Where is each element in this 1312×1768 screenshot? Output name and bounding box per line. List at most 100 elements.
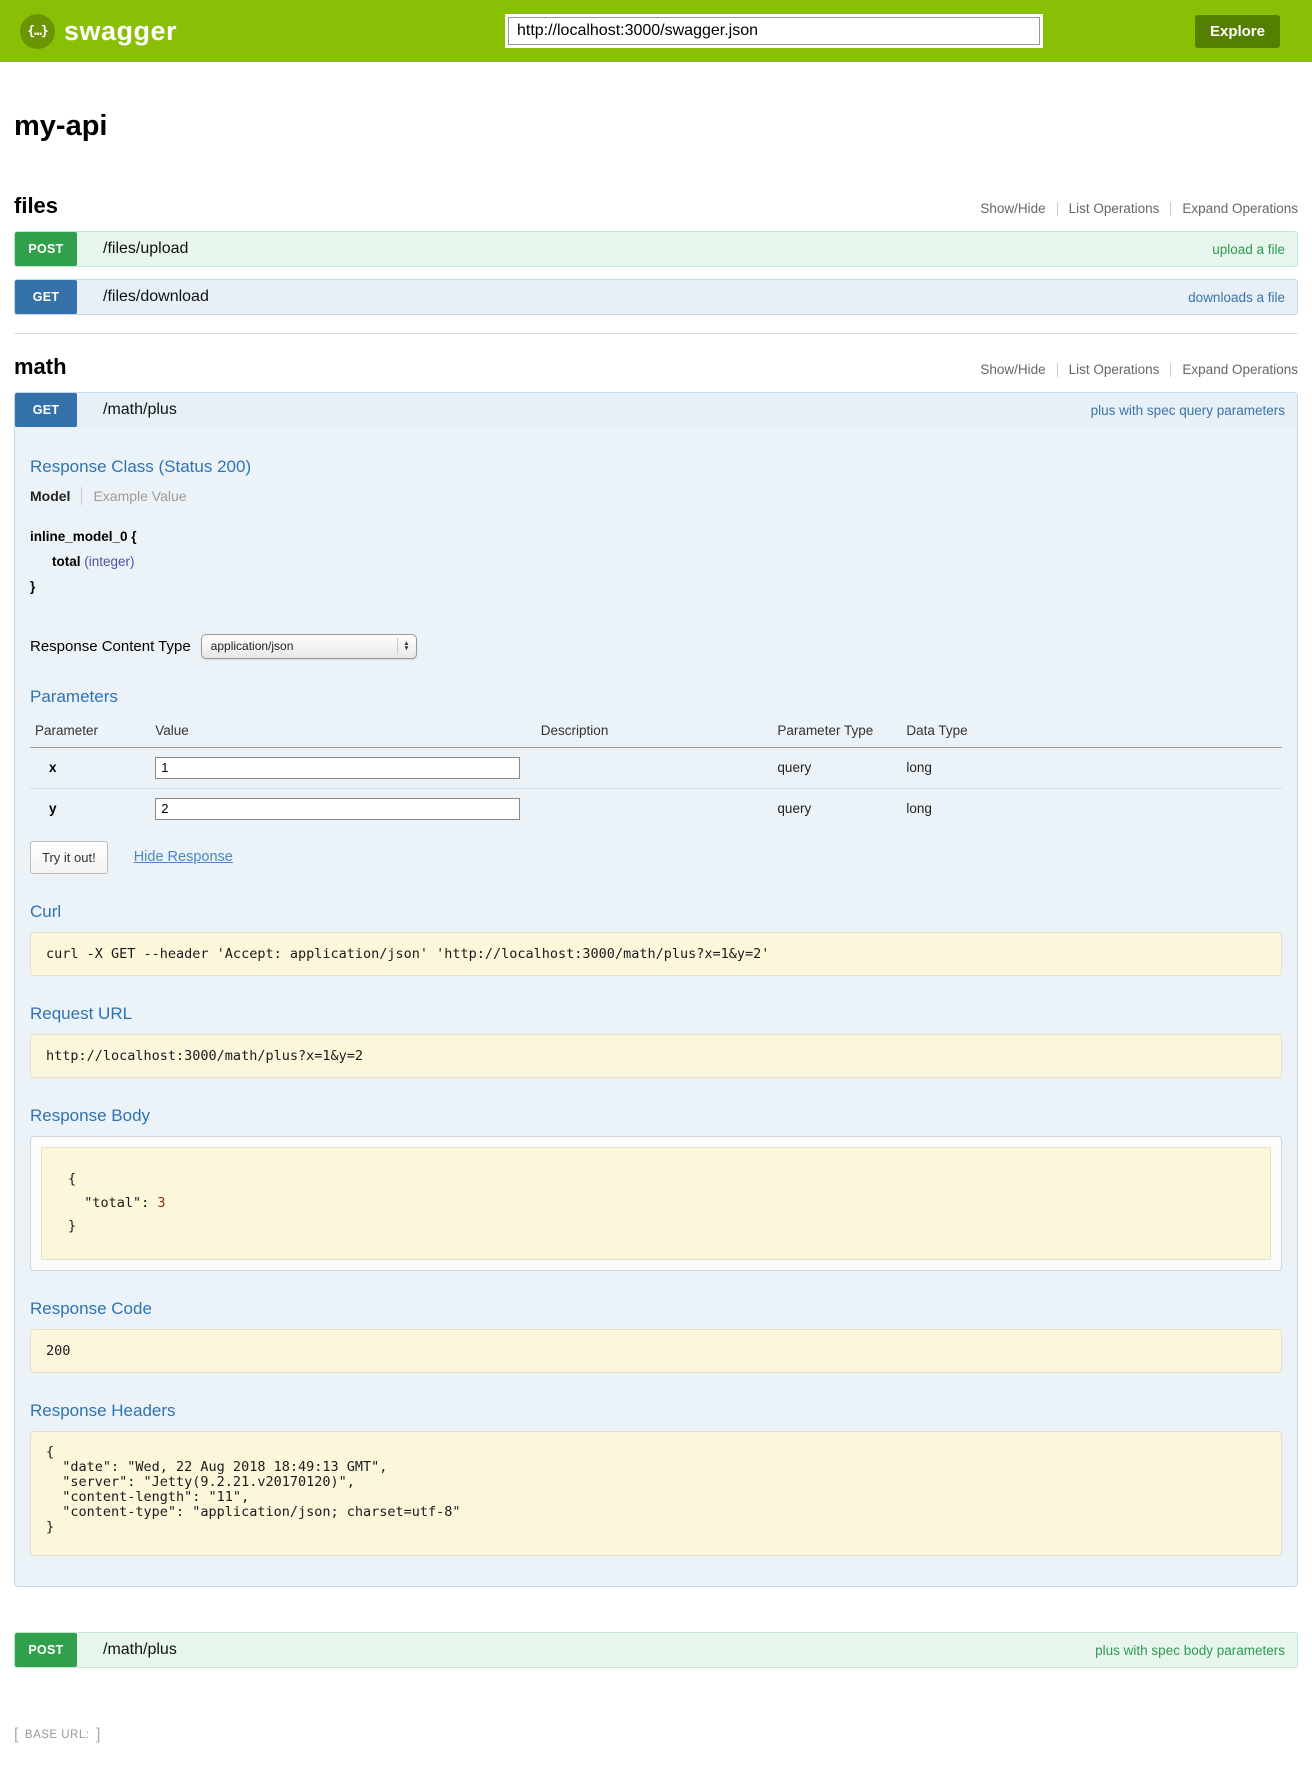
endpoint-path[interactable]: /files/download: [103, 288, 209, 306]
model-tabs: Model Example Value: [30, 487, 1282, 505]
section-files: files Show/Hide List Operations Expand O…: [14, 193, 1298, 315]
model-property: total (integer): [52, 550, 1282, 575]
parameter-data-type: long: [906, 747, 1282, 788]
response-body-heading: Response Body: [30, 1106, 1282, 1126]
swagger-logo-icon: {…}: [20, 14, 55, 49]
expand-operations-link[interactable]: Expand Operations: [1182, 362, 1298, 377]
operation-content: Response Class (Status 200) Model Exampl…: [15, 427, 1297, 1586]
response-content-type-label: Response Content Type: [30, 638, 191, 655]
response-class-heading: Response Class (Status 200): [30, 457, 1282, 477]
method-badge-post: POST: [15, 1633, 77, 1667]
endpoint-heading-files-download[interactable]: GET /files/download downloads a file: [15, 280, 1297, 314]
try-it-out-button[interactable]: Try it out!: [30, 841, 108, 874]
response-code-value: 200: [30, 1329, 1282, 1373]
column-header-data-type: Data Type: [906, 717, 1282, 748]
parameter-x-input[interactable]: [155, 757, 520, 779]
response-body-container: { "total": 3 }: [30, 1136, 1282, 1271]
parameter-data-type: long: [906, 788, 1282, 829]
model-signature-open: inline_model_0 {: [30, 525, 1282, 550]
parameters-heading: Parameters: [30, 687, 1282, 707]
tab-divider: [81, 487, 82, 505]
endpoint-row-files-upload: POST /files/upload upload a file: [14, 231, 1298, 267]
app-header: {…} swagger Explore: [0, 0, 1312, 62]
tab-example-value[interactable]: Example Value: [93, 488, 186, 504]
try-row: Try it out! Hide Response: [30, 841, 1282, 874]
curl-heading: Curl: [30, 902, 1282, 922]
swagger-logo[interactable]: {…} swagger: [20, 14, 177, 49]
section-controls-math: Show/Hide List Operations Expand Operati…: [980, 362, 1298, 377]
model-signature-close: }: [30, 575, 1282, 600]
endpoint-path[interactable]: /files/upload: [103, 240, 188, 258]
api-url-input[interactable]: [508, 17, 1040, 45]
list-operations-link[interactable]: List Operations: [1069, 201, 1160, 216]
endpoint-summary-link[interactable]: plus with spec body parameters: [1095, 1643, 1285, 1658]
endpoint-row-math-plus-post: POST /math/plus plus with spec body para…: [14, 1632, 1298, 1668]
explore-button[interactable]: Explore: [1195, 15, 1280, 48]
base-url-bracket-open: [: [14, 1726, 18, 1743]
parameter-row-y: y query long: [30, 788, 1282, 829]
model-signature: inline_model_0 { total (integer) }: [30, 525, 1282, 600]
section-controls-files: Show/Hide List Operations Expand Operati…: [980, 201, 1298, 216]
selected-content-type: application/json: [211, 639, 294, 653]
column-header-description: Description: [541, 717, 778, 748]
hide-response-link[interactable]: Hide Response: [134, 849, 233, 865]
parameter-y-input[interactable]: [155, 798, 520, 820]
show-hide-link[interactable]: Show/Hide: [980, 362, 1045, 377]
method-badge-get: GET: [15, 280, 77, 314]
endpoint-path[interactable]: /math/plus: [103, 401, 177, 419]
parameter-description: [541, 747, 778, 788]
control-divider: [1170, 363, 1171, 377]
parameter-description: [541, 788, 778, 829]
response-code-heading: Response Code: [30, 1299, 1282, 1319]
section-divider: [14, 333, 1298, 334]
api-url-field-wrap: [505, 14, 1043, 48]
model-property-type: (integer): [84, 554, 134, 569]
endpoint-summary-link[interactable]: downloads a file: [1188, 290, 1285, 305]
select-arrows-icon: ▲▼: [397, 638, 409, 654]
endpoint-heading-files-upload[interactable]: POST /files/upload upload a file: [15, 232, 1297, 266]
response-content-type-row: Response Content Type application/json ▲…: [30, 634, 1282, 659]
response-content-type-select[interactable]: application/json ▲▼: [201, 634, 417, 659]
method-badge-post: POST: [15, 232, 77, 266]
request-url-heading: Request URL: [30, 1004, 1282, 1024]
base-url-label: BASE URL:: [25, 1729, 90, 1741]
parameter-name: x: [30, 747, 155, 788]
endpoint-heading-math-plus-post[interactable]: POST /math/plus plus with spec body para…: [15, 1633, 1297, 1667]
control-divider: [1057, 363, 1058, 377]
section-title-files: files: [14, 193, 58, 219]
section-title-math: math: [14, 354, 67, 380]
endpoint-path[interactable]: /math/plus: [103, 1641, 177, 1659]
endpoint-summary-link[interactable]: plus with spec query parameters: [1091, 403, 1285, 418]
response-headers-json: { "date": "Wed, 22 Aug 2018 18:49:13 GMT…: [30, 1431, 1282, 1557]
base-url-bracket-close: ]: [96, 1726, 100, 1743]
page-title: my-api: [14, 110, 1298, 143]
expand-operations-link[interactable]: Expand Operations: [1182, 201, 1298, 216]
parameter-name: y: [30, 788, 155, 829]
show-hide-link[interactable]: Show/Hide: [980, 201, 1045, 216]
tab-model[interactable]: Model: [30, 488, 70, 504]
model-property-name: total: [52, 554, 81, 569]
method-badge-get: GET: [15, 393, 77, 427]
parameter-type: query: [777, 747, 906, 788]
endpoint-summary-link[interactable]: upload a file: [1212, 242, 1285, 257]
response-body-json: { "total": 3 }: [41, 1147, 1271, 1260]
page-footer: [ BASE URL: ]: [0, 1680, 1312, 1768]
endpoint-row-files-download: GET /files/download downloads a file: [14, 279, 1298, 315]
response-headers-heading: Response Headers: [30, 1401, 1282, 1421]
column-header-parameter-type: Parameter Type: [777, 717, 906, 748]
parameter-row-x: x query long: [30, 747, 1282, 788]
json-number-value: 3: [157, 1195, 165, 1211]
column-header-parameter: Parameter: [30, 717, 155, 748]
column-header-value: Value: [155, 717, 541, 748]
section-math: math Show/Hide List Operations Expand Op…: [14, 354, 1298, 1668]
parameter-type: query: [777, 788, 906, 829]
endpoint-heading-math-plus-get[interactable]: GET /math/plus plus with spec query para…: [15, 393, 1297, 427]
curl-command: curl -X GET --header 'Accept: applicatio…: [30, 932, 1282, 976]
request-url-value: http://localhost:3000/math/plus?x=1&y=2: [30, 1034, 1282, 1078]
list-operations-link[interactable]: List Operations: [1069, 362, 1160, 377]
operation-get-math-plus: GET /math/plus plus with spec query para…: [14, 392, 1298, 1587]
control-divider: [1057, 202, 1058, 216]
control-divider: [1170, 202, 1171, 216]
parameters-table: Parameter Value Description Parameter Ty…: [30, 717, 1282, 829]
brand-name: swagger: [64, 16, 177, 47]
